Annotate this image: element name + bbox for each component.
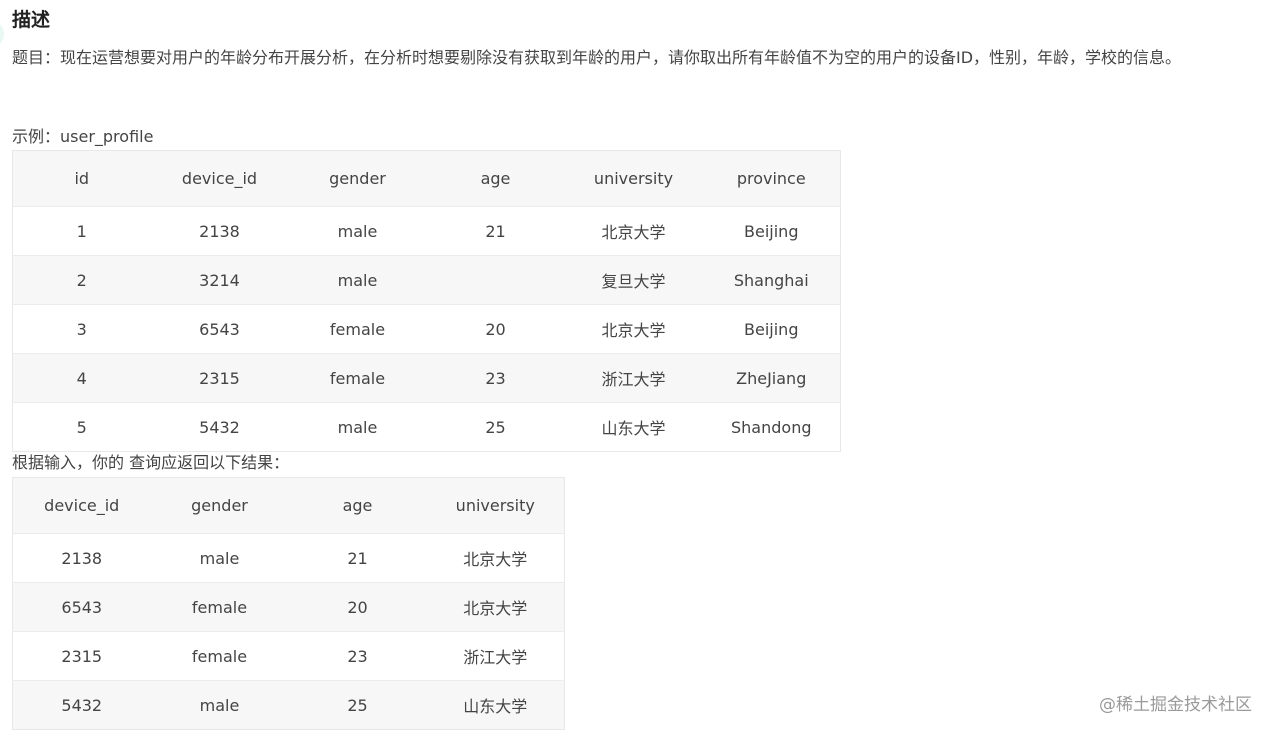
column-header: age xyxy=(288,477,427,534)
table-cell: 21 xyxy=(426,206,565,256)
table-row: 6543 female 20 北京大学 xyxy=(12,582,565,632)
table-cell: 20 xyxy=(288,582,427,632)
column-header: university xyxy=(564,150,703,207)
table-cell: 23 xyxy=(288,631,427,681)
table-cell: female xyxy=(288,304,427,354)
table-cell: 3214 xyxy=(150,255,289,305)
table-cell: 5432 xyxy=(12,680,151,730)
table-cell: 25 xyxy=(426,402,565,452)
column-header: gender xyxy=(150,477,289,534)
table-cell: male xyxy=(150,533,289,583)
table-cell: 6543 xyxy=(12,582,151,632)
table-cell: 北京大学 xyxy=(426,582,565,632)
table-cell: male xyxy=(288,206,427,256)
table-cell: female xyxy=(288,353,427,403)
table-cell: 复旦大学 xyxy=(564,255,703,305)
table-cell: 5 xyxy=(12,402,151,452)
table-cell xyxy=(426,255,565,305)
table-cell: 4 xyxy=(12,353,151,403)
table-row: 2315 female 23 浙江大学 xyxy=(12,631,565,681)
table-cell: 3 xyxy=(12,304,151,354)
table-cell: 山东大学 xyxy=(564,402,703,452)
table-row: 2 3214 male 复旦大学 Shanghai xyxy=(12,255,841,305)
table-cell: female xyxy=(150,582,289,632)
table-cell: 2138 xyxy=(150,206,289,256)
table-cell: ZheJiang xyxy=(702,353,841,403)
table-cell: Beijing xyxy=(702,206,841,256)
table-cell: 21 xyxy=(288,533,427,583)
table-cell: 6543 xyxy=(150,304,289,354)
table-row: 3 6543 female 20 北京大学 Beijing xyxy=(12,304,841,354)
table-cell: female xyxy=(150,631,289,681)
table-cell: male xyxy=(150,680,289,730)
table-header-row: id device_id gender age university provi… xyxy=(12,150,841,207)
column-header: device_id xyxy=(12,477,151,534)
table-cell: 2 xyxy=(12,255,151,305)
table-row: 1 2138 male 21 北京大学 Beijing xyxy=(12,206,841,256)
table-cell: 20 xyxy=(426,304,565,354)
table-cell: 23 xyxy=(426,353,565,403)
table-cell: male xyxy=(288,402,427,452)
problem-statement: 题目：现在运营想要对用户的年龄分布开展分析，在分析时想要剔除没有获取到年龄的用户… xyxy=(12,48,1182,67)
site-watermark: @稀土掘金技术社区 xyxy=(1099,695,1252,715)
corner-accent-decoration xyxy=(0,20,4,48)
table-cell: 北京大学 xyxy=(564,304,703,354)
table-cell: 浙江大学 xyxy=(426,631,565,681)
column-header: device_id xyxy=(150,150,289,207)
table-header-row: device_id gender age university xyxy=(12,477,565,534)
table-cell: 2138 xyxy=(12,533,151,583)
table-cell: 25 xyxy=(288,680,427,730)
column-header: gender xyxy=(288,150,427,207)
table-cell: 2315 xyxy=(12,631,151,681)
table-cell: Beijing xyxy=(702,304,841,354)
result-label: 根据输入，你的 查询应返回以下结果： xyxy=(12,453,290,472)
table-cell: Shandong xyxy=(702,402,841,452)
column-header: age xyxy=(426,150,565,207)
table-cell: 北京大学 xyxy=(564,206,703,256)
expected-output-table: device_id gender age university 2138 mal… xyxy=(12,477,565,730)
table-cell: Shanghai xyxy=(702,255,841,305)
column-header: id xyxy=(12,150,151,207)
table-cell: male xyxy=(288,255,427,305)
table-cell: 2315 xyxy=(150,353,289,403)
example-input-table: id device_id gender age university provi… xyxy=(12,150,841,452)
section-heading: 描述 xyxy=(12,9,51,31)
table-cell: 5432 xyxy=(150,402,289,452)
column-header: university xyxy=(426,477,565,534)
table-row: 5432 male 25 山东大学 xyxy=(12,680,565,730)
table-cell: 北京大学 xyxy=(426,533,565,583)
table-cell: 1 xyxy=(12,206,151,256)
table-row: 5 5432 male 25 山东大学 Shandong xyxy=(12,402,841,452)
table-row: 2138 male 21 北京大学 xyxy=(12,533,565,583)
table-cell: 山东大学 xyxy=(426,680,565,730)
column-header: province xyxy=(702,150,841,207)
example-label: 示例：user_profile xyxy=(12,127,154,146)
table-cell: 浙江大学 xyxy=(564,353,703,403)
table-row: 4 2315 female 23 浙江大学 ZheJiang xyxy=(12,353,841,403)
